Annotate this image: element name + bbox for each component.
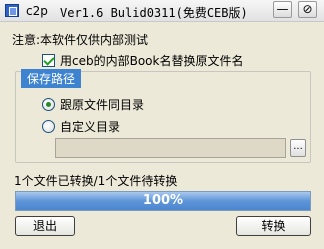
checkbox-box[interactable] bbox=[42, 54, 55, 67]
radio-label: 自定义目录 bbox=[60, 120, 121, 134]
browse-button[interactable]: ... bbox=[290, 139, 306, 157]
minimize-button[interactable]: — bbox=[273, 1, 292, 18]
exit-button[interactable]: 退出 bbox=[15, 216, 75, 236]
app-icon bbox=[5, 4, 19, 17]
save-path-group-title: 保存路径 bbox=[21, 69, 82, 88]
radio-same-directory[interactable]: 跟原文件同目录 bbox=[42, 96, 144, 113]
app-name: c2p bbox=[26, 4, 48, 18]
replace-filename-checkbox[interactable]: 用ceb的内部Book名替换原文件名 bbox=[42, 52, 243, 69]
progress-label: 100% bbox=[142, 193, 184, 208]
convert-button[interactable]: 转换 bbox=[236, 216, 311, 236]
checkbox-label: 用ceb的内部Book名替换原文件名 bbox=[60, 54, 244, 68]
radio-label: 跟原文件同目录 bbox=[60, 98, 145, 112]
radio-custom-directory[interactable]: 自定义目录 bbox=[42, 118, 120, 135]
close-button[interactable]: ⊘ bbox=[298, 1, 317, 18]
title-bar: c2p Ver1.6 Bulid0311(免费CEB版) — ⊘ bbox=[0, 0, 324, 22]
radio-button[interactable] bbox=[42, 120, 55, 133]
window-title: Ver1.6 Bulid0311(免费CEB版) bbox=[60, 6, 248, 20]
custom-path-input[interactable] bbox=[55, 138, 286, 158]
conversion-status: 1个文件已转换/1个文件待转换 bbox=[14, 174, 178, 188]
radio-button[interactable] bbox=[42, 98, 55, 111]
progress-bar: 100% bbox=[15, 191, 311, 211]
notice-text: 注意:本软件仅供内部测试 bbox=[12, 33, 149, 47]
